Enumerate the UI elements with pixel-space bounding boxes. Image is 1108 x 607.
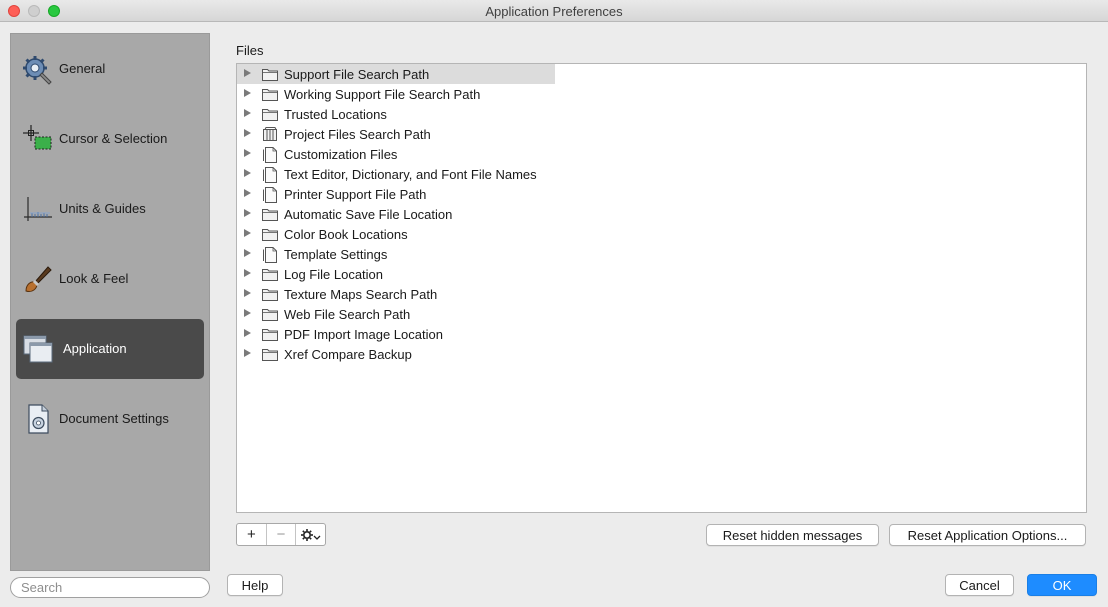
disclosure-triangle-icon[interactable] — [244, 109, 251, 117]
tree-item-label: Web File Search Path — [284, 307, 411, 322]
disclosure-triangle-icon[interactable] — [244, 189, 251, 197]
sidebar-item-application[interactable]: Application — [16, 319, 204, 379]
tree-item[interactable]: PDF Import Image Location — [237, 324, 555, 344]
sidebar-item-label: Cursor & Selection — [59, 131, 168, 146]
folder-icon — [262, 227, 278, 241]
title-bar: Application Preferences — [0, 0, 1108, 22]
disclosure-triangle-icon[interactable] — [244, 89, 251, 97]
disclosure-triangle-icon[interactable] — [244, 249, 251, 257]
tree-item[interactable]: Texture Maps Search Path — [237, 284, 555, 304]
gear-icon — [23, 56, 52, 85]
options-menu-button[interactable] — [296, 524, 325, 545]
sidebar-item-label: Units & Guides — [59, 201, 146, 216]
ok-button[interactable]: OK — [1027, 574, 1097, 596]
tree-item-label: Project Files Search Path — [284, 127, 431, 142]
sidebar-item-label: General — [59, 61, 106, 76]
folder-icon — [262, 287, 278, 301]
tree-item[interactable]: Template Settings — [237, 244, 555, 264]
sidebar-item-look-feel[interactable]: Look & Feel — [16, 249, 204, 309]
folder-icon — [262, 307, 278, 321]
search-input[interactable] — [10, 577, 210, 598]
units-guides-icon — [24, 197, 52, 221]
tree-item-label: Working Support File Search Path — [284, 87, 481, 102]
files-tree[interactable]: Support File Search Path Working Support … — [236, 63, 1087, 513]
tree-item[interactable]: Web File Search Path — [237, 304, 555, 324]
gear-menu-icon — [300, 528, 321, 541]
application-windows-icon — [23, 335, 53, 363]
disclosure-triangle-icon[interactable] — [244, 349, 251, 357]
folder-icon — [262, 267, 278, 281]
sidebar-item-document-settings[interactable]: Document Settings — [16, 389, 204, 449]
tree-item-label: Log File Location — [284, 267, 384, 282]
disclosure-triangle-icon[interactable] — [244, 69, 251, 77]
sidebar-item-cursor-selection[interactable]: Cursor & Selection — [16, 109, 204, 169]
tree-item-label: Support File Search Path — [284, 67, 430, 82]
sidebar-item-label: Look & Feel — [59, 271, 129, 286]
folder-icon — [262, 347, 278, 361]
cancel-button[interactable]: Cancel — [945, 574, 1014, 596]
tree-item-label: Color Book Locations — [284, 227, 408, 242]
document-icon — [262, 147, 278, 163]
folder-icon — [262, 67, 278, 81]
tree-item-label: PDF Import Image Location — [284, 327, 443, 342]
tree-item[interactable]: Trusted Locations — [237, 104, 555, 124]
document-icon — [262, 247, 278, 263]
disclosure-triangle-icon[interactable] — [244, 129, 251, 137]
sidebar-item-label: Document Settings — [59, 411, 169, 426]
disclosure-triangle-icon[interactable] — [244, 289, 251, 297]
tree-item-label: Template Settings — [284, 247, 388, 262]
tree-item[interactable]: Customization Files — [237, 144, 555, 164]
tree-item[interactable]: Xref Compare Backup — [237, 344, 555, 364]
folder-icon — [262, 87, 278, 101]
tree-item-label: Text Editor, Dictionary, and Font File N… — [284, 167, 537, 182]
tree-item-label: Printer Support File Path — [284, 187, 427, 202]
disclosure-triangle-icon[interactable] — [244, 309, 251, 317]
brush-icon — [25, 266, 52, 292]
disclosure-triangle-icon[interactable] — [244, 149, 251, 157]
reset-hidden-messages-button[interactable]: Reset hidden messages — [706, 524, 879, 546]
disclosure-triangle-icon[interactable] — [244, 269, 251, 277]
tree-item[interactable]: Support File Search Path — [237, 64, 555, 84]
tree-item[interactable]: Working Support File Search Path — [237, 84, 555, 104]
disclosure-triangle-icon[interactable] — [244, 229, 251, 237]
sidebar-item-general[interactable]: General — [16, 39, 204, 99]
tree-item[interactable]: Project Files Search Path — [237, 124, 555, 144]
tree-item[interactable]: Color Book Locations — [237, 224, 555, 244]
folder-icon — [262, 327, 278, 341]
add-button[interactable]: + — [237, 524, 267, 545]
tree-item-label: Customization Files — [284, 147, 398, 162]
reset-application-options-button[interactable]: Reset Application Options... — [889, 524, 1086, 546]
cursor-selection-icon — [23, 125, 52, 150]
tree-item-label: Xref Compare Backup — [284, 347, 412, 362]
folder-icon — [262, 107, 278, 121]
help-button[interactable]: Help — [227, 574, 283, 596]
document-icon — [262, 187, 278, 203]
tree-edit-controls: + − — [236, 523, 326, 546]
tree-item-label: Texture Maps Search Path — [284, 287, 438, 302]
disclosure-triangle-icon[interactable] — [244, 329, 251, 337]
project-files-icon — [262, 127, 278, 141]
section-title: Files — [236, 43, 264, 58]
folder-icon — [262, 207, 278, 221]
disclosure-triangle-icon[interactable] — [244, 209, 251, 217]
document-settings-icon — [28, 404, 49, 434]
window-title: Application Preferences — [485, 4, 623, 19]
tree-item[interactable]: Automatic Save File Location — [237, 204, 555, 224]
document-icon — [262, 167, 278, 183]
tree-item[interactable]: Text Editor, Dictionary, and Font File N… — [237, 164, 555, 184]
tree-item-label: Trusted Locations — [284, 107, 387, 122]
disclosure-triangle-icon[interactable] — [244, 169, 251, 177]
remove-button[interactable]: − — [267, 524, 297, 545]
sidebar-item-units-guides[interactable]: Units & Guides — [16, 179, 204, 239]
sidebar: General Cursor & Selection Units & Guide… — [10, 33, 210, 571]
tree-item-label: Automatic Save File Location — [284, 207, 453, 222]
tree-item[interactable]: Printer Support File Path — [237, 184, 555, 204]
sidebar-item-label: Application — [63, 341, 127, 356]
tree-item[interactable]: Log File Location — [237, 264, 555, 284]
